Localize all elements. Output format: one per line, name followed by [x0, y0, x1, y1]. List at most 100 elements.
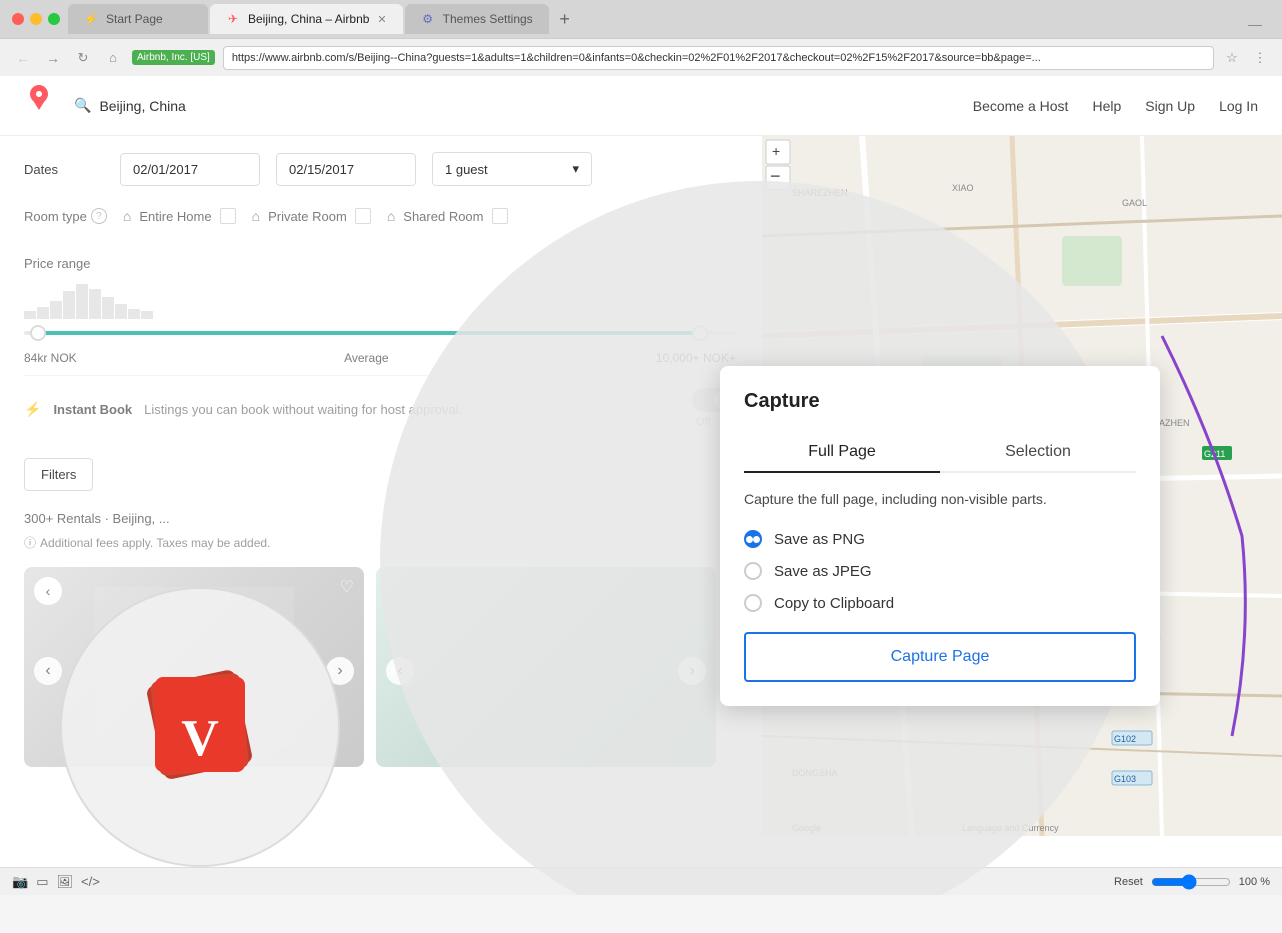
radio-jpeg[interactable] [744, 562, 762, 580]
guests-value: 1 guest [445, 162, 488, 177]
heart-icon-1[interactable]: ♡ [340, 577, 354, 597]
search-text: Beijing, China [99, 98, 185, 114]
room-type-text: Room type [24, 209, 87, 224]
airbnb-logo [24, 85, 54, 126]
shared-room-icon: ⌂ [387, 208, 395, 224]
capture-description: Capture the full page, including non-vis… [744, 489, 1136, 510]
capture-option-clipboard[interactable]: Copy to Clipboard [744, 594, 1136, 612]
shared-room-checkbox[interactable] [492, 208, 508, 224]
browser-chrome: ⚡ Start Page ✈ Beijing, China – Airbnb ✕… [0, 0, 1282, 76]
capture-option-jpeg[interactable]: Save as JPEG [744, 562, 1136, 580]
entire-home-option[interactable]: ⌂ Entire Home [123, 208, 236, 224]
nav-arrow-left-1[interactable]: ‹ [34, 577, 62, 605]
capture-option-png[interactable]: Save as PNG [744, 530, 1136, 548]
radio-jpeg-label: Save as JPEG [774, 563, 872, 580]
price-average: Average [344, 351, 388, 365]
search-icon: 🔍 [74, 97, 91, 114]
more-icon[interactable]: ⋮ [1250, 48, 1270, 68]
zoom-value: 100 % [1239, 876, 1270, 888]
tabs-bar: ⚡ Start Page ✈ Beijing, China – Airbnb ✕… [68, 4, 1270, 34]
capture-dialog: Capture Full Page Selection Capture the … [720, 366, 1160, 706]
capture-title: Capture [744, 390, 1136, 413]
maximize-button[interactable] [48, 13, 60, 25]
price-min-handle[interactable] [30, 325, 46, 341]
title-bar: ⚡ Start Page ✈ Beijing, China – Airbnb ✕… [0, 0, 1282, 38]
camera-icon[interactable]: 📷 [12, 874, 28, 890]
tab-close-icon[interactable]: ✕ [377, 13, 386, 26]
room-type-label: Room type ? [24, 208, 107, 224]
airbnb-tab-icon: ✈ [226, 12, 240, 26]
vivaldi-logo-circle: V [60, 587, 340, 867]
chevron-down-icon: ▾ [572, 161, 579, 177]
svg-text:XIAO: XIAO [952, 183, 974, 193]
tab-start[interactable]: ⚡ Start Page [68, 4, 208, 34]
date-start-input[interactable] [120, 153, 260, 186]
private-room-icon: ⌂ [252, 208, 260, 224]
radio-png[interactable] [744, 530, 762, 548]
reload-button[interactable]: ↻ [72, 47, 94, 69]
code-icon[interactable]: </> [81, 874, 100, 889]
close-button[interactable] [12, 13, 24, 25]
room-type-help[interactable]: ? [91, 208, 107, 224]
themes-tab-icon: ⚙ [421, 12, 435, 26]
shared-room-label: Shared Room [403, 209, 483, 224]
traffic-lights [12, 13, 60, 25]
address-bar: ← → ↻ ⌂ Airbnb, Inc. [US] https://www.ai… [0, 38, 1282, 76]
security-badge: Airbnb, Inc. [US] [132, 50, 215, 65]
guests-select[interactable]: 1 guest ▾ [432, 152, 592, 186]
radio-clipboard[interactable] [744, 594, 762, 612]
capture-tab-selection[interactable]: Selection [940, 433, 1136, 471]
nav-prev-1[interactable]: ‹ [34, 657, 62, 685]
bookmark-icon[interactable]: ☆ [1222, 48, 1242, 68]
nav-help[interactable]: Help [1092, 98, 1121, 114]
url-text: https://www.airbnb.com/s/Beijing--China?… [232, 52, 1041, 64]
capture-tab-full[interactable]: Full Page [744, 433, 940, 473]
date-end-input[interactable] [276, 153, 416, 186]
lightning-icon: ⚡ [24, 401, 41, 418]
dates-row: Dates 1 guest ▾ [24, 136, 736, 186]
svg-text:V: V [181, 710, 219, 767]
image-icon[interactable]: 🖼 [56, 874, 73, 890]
private-room-option[interactable]: ⌂ Private Room [252, 208, 371, 224]
window-controls: — [1240, 16, 1270, 34]
zoom-controls: Reset 100 % [1114, 874, 1270, 890]
minimize-window-icon[interactable]: — [1240, 16, 1270, 32]
entire-home-label: Entire Home [139, 209, 211, 224]
url-input[interactable]: https://www.airbnb.com/s/Beijing--China?… [223, 46, 1214, 70]
back-button[interactable]: ← [12, 47, 34, 69]
nav-login[interactable]: Log In [1219, 98, 1258, 114]
tab-airbnb-label: Beijing, China – Airbnb [248, 12, 369, 26]
forward-button[interactable]: → [42, 47, 64, 69]
capture-page-button[interactable]: Capture Page [744, 632, 1136, 682]
svg-text:GAOL: GAOL [1122, 198, 1147, 208]
page-content: 🔍 Beijing, China Become a Host Help Sign… [0, 76, 1282, 895]
home-button[interactable]: ⌂ [102, 47, 124, 69]
radio-clipboard-label: Copy to Clipboard [774, 595, 894, 612]
entire-home-icon: ⌂ [123, 208, 131, 224]
entire-home-checkbox[interactable] [220, 208, 236, 224]
instant-book-label: Instant Book [53, 402, 132, 417]
filters-button[interactable]: Filters [24, 458, 93, 491]
zoom-slider[interactable] [1151, 874, 1231, 890]
add-tab-button[interactable]: + [551, 5, 579, 33]
private-room-checkbox[interactable] [355, 208, 371, 224]
tab-themes[interactable]: ⚙ Themes Settings [405, 4, 549, 34]
svg-text:G102: G102 [1114, 734, 1136, 744]
tab-start-label: Start Page [106, 12, 163, 26]
radio-png-label: Save as PNG [774, 531, 865, 548]
minimize-button[interactable] [30, 13, 42, 25]
airbnb-header: 🔍 Beijing, China Become a Host Help Sign… [0, 76, 1282, 136]
reset-label[interactable]: Reset [1114, 876, 1143, 888]
shared-room-option[interactable]: ⌂ Shared Room [387, 208, 508, 224]
private-room-label: Private Room [268, 209, 347, 224]
search-bar[interactable]: 🔍 Beijing, China [74, 97, 186, 114]
start-icon: ⚡ [84, 12, 98, 26]
svg-text:+: + [772, 143, 780, 159]
tab-airbnb[interactable]: ✈ Beijing, China – Airbnb ✕ [210, 4, 403, 34]
layout-icon[interactable]: ▭ [36, 874, 48, 890]
tax-note-text: Additional fees apply. Taxes may be adde… [40, 536, 270, 550]
nav-signup[interactable]: Sign Up [1145, 98, 1195, 114]
price-min-value: 84kr NOK [24, 351, 77, 365]
header-nav: Become a Host Help Sign Up Log In [973, 98, 1258, 114]
nav-become-host[interactable]: Become a Host [973, 98, 1069, 114]
